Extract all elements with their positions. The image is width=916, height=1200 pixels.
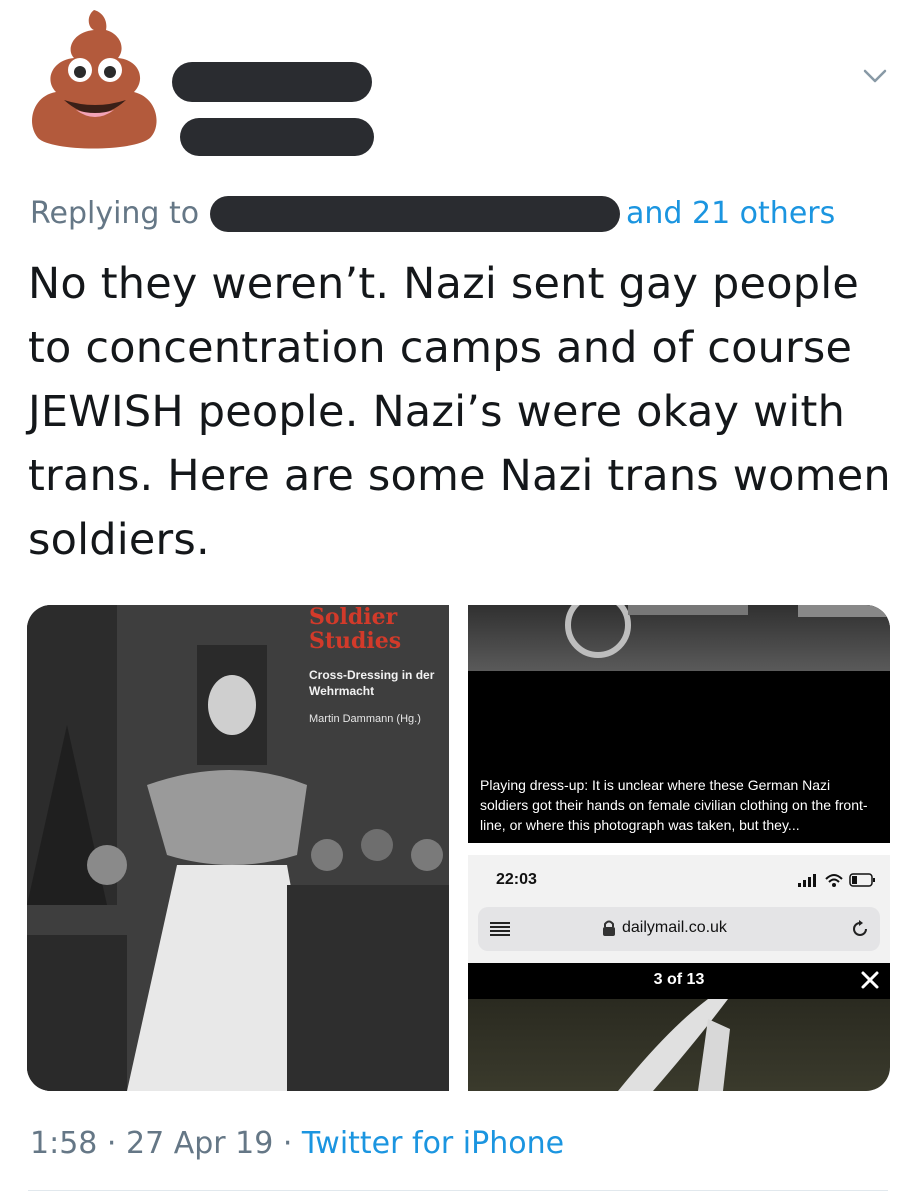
article-caption: Playing dress-up: It is unclear where th… [480,777,868,833]
gallery-count: 3 of 13 [653,971,705,988]
menu-icon[interactable] [490,921,510,937]
lock-icon [603,920,615,936]
book-subtitle: Cross-Dressing in der Wehrmacht [309,668,435,698]
media-grid[interactable]: Soldier Studies Cross-Dressing in der We… [27,605,890,1091]
tweet-text: No they weren’t. Nazi sent gay people to… [28,259,891,565]
divider [28,1190,888,1191]
reply-handle-redacted[interactable] [210,196,620,232]
close-icon[interactable] [860,969,880,991]
gallery-bar: 3 of 13 [468,963,890,999]
media-phone-screenshot[interactable]: 22:03 dailymail.co.uk 3 of 13 [468,855,890,1091]
username-redacted [180,118,374,156]
tweet-date: 27 Apr 19 [125,1126,274,1161]
media-book-cover[interactable]: Soldier Studies Cross-Dressing in der We… [27,605,449,1091]
reply-others-link[interactable]: and 21 others [626,192,835,236]
display-name-redacted [172,62,372,102]
phone-status-icons [798,873,875,887]
phone-time: 22:03 [496,871,537,888]
reload-icon[interactable] [850,919,870,939]
chevron-down-icon[interactable] [862,66,888,86]
footer-separator: · [273,1126,302,1161]
tweet-time: 1:58 [30,1126,98,1161]
replying-to-label: Replying to [30,196,200,231]
avatar[interactable] [22,6,166,156]
footer-separator: · [97,1126,126,1161]
book-title-line1: Soldier [309,605,398,630]
book-title-line2: Studies [309,628,402,654]
address-bar[interactable]: dailymail.co.uk [478,907,880,951]
tweet-metadata: 1:58 · 27 Apr 19 · Twitter for iPhone [30,1124,564,1164]
media-article-screenshot[interactable]: Playing dress-up: It is unclear where th… [468,605,890,843]
article-photo [468,605,890,671]
gallery-image [468,999,890,1091]
battery-icon [849,873,875,887]
tweet-source-link[interactable]: Twitter for iPhone [302,1126,564,1161]
book-author: Martin Dammann (Hg.) [309,713,421,725]
book-title: Soldier Studies [309,605,401,653]
url-text: dailymail.co.uk [622,919,727,936]
wifi-icon [825,874,843,887]
signal-icon [798,874,816,887]
